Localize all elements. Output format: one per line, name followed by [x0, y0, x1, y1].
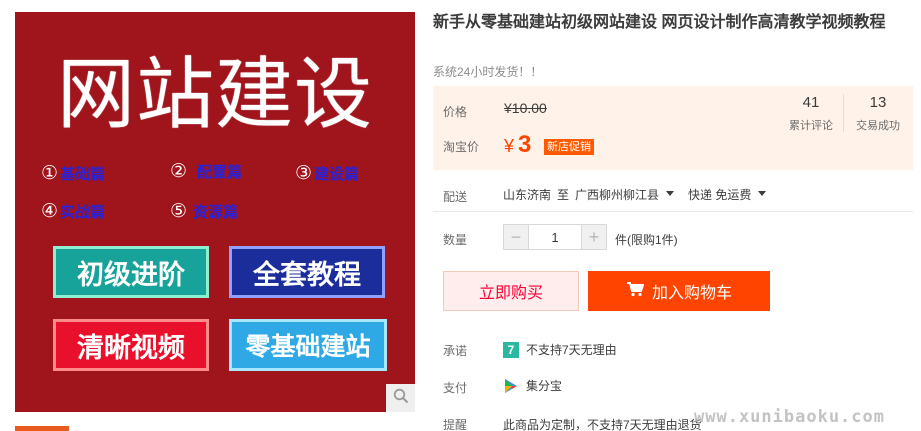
caret-down-icon[interactable]: [758, 191, 767, 196]
add-to-cart-button[interactable]: 加入购物车: [588, 271, 770, 311]
promise-label: 承诺: [443, 344, 468, 358]
thumbnail-selected[interactable]: [15, 426, 69, 431]
stat-trades[interactable]: 13 交易成功: [848, 94, 908, 133]
cart-icon: [626, 281, 652, 302]
quantity-label: 数量: [443, 233, 468, 247]
original-price: ¥10.00: [504, 100, 547, 116]
promo-tag: 新店促销: [544, 139, 594, 155]
add-to-cart-label: 加入购物车: [651, 285, 732, 302]
price-panel: 价格 ¥10.00 淘宝价 ¥3 新店促销 41 累计评论 13 交易成功: [433, 86, 913, 170]
product-title: 新手从零基础建站初级网站建设 网页设计制作高清教学视频教程: [433, 14, 886, 31]
quantity-stepper: − +: [503, 224, 607, 250]
promise-text: 不支持7天无理由: [526, 343, 617, 357]
product-image[interactable]: 网站建设 ① 基础篇 ② 配置篇 ③ 建设篇 ④ 实战篇 ⑤ 资源篇 初级进阶 全套教程 …: [15, 12, 415, 412]
purchase-limit: 件(限购1件): [615, 233, 678, 247]
image-chapter: ④ 实战篇: [41, 200, 106, 222]
zoom-button[interactable]: [386, 384, 415, 412]
image-title: 网站建设: [56, 50, 373, 140]
product-subtitle: 系统24小时发货！！: [433, 65, 543, 79]
ship-to-word: 至: [557, 188, 570, 202]
note-text: 此商品为定制，不支持7天无理由退货: [503, 418, 702, 431]
shipping-label: 配送: [443, 190, 468, 204]
price-label: 价格: [443, 105, 468, 119]
sale-price: ¥3: [504, 131, 532, 158]
shipping-row: 山东济南 至 广西柳州柳江县 快递 免运费: [503, 186, 780, 203]
payment-text: 集分宝: [526, 379, 563, 393]
watermark: www.xunibaoku.com: [694, 407, 885, 427]
seven-day-badge-icon: 7: [503, 341, 519, 358]
image-badge: 全套教程: [229, 246, 385, 298]
buy-now-button[interactable]: 立即购买: [443, 271, 579, 311]
image-chapter: ① 基础篇: [41, 162, 106, 184]
image-chapter: ② 配置篇: [170, 160, 243, 182]
stat-divider: [843, 94, 844, 132]
ship-destination[interactable]: 广西柳州柳江县: [575, 186, 659, 203]
decrease-button[interactable]: −: [503, 224, 529, 250]
zoom-icon: [393, 388, 409, 409]
promise-row: 7 不支持7天无理由: [503, 341, 617, 358]
ship-from: 山东济南: [503, 188, 552, 202]
quantity-input[interactable]: [529, 224, 581, 250]
note-label: 提醒: [443, 418, 468, 431]
image-chapter: ③ 建设篇: [295, 162, 360, 184]
image-badge: 初级进阶: [53, 246, 209, 298]
taobao-price-label: 淘宝价: [443, 140, 480, 154]
caret-down-icon[interactable]: [666, 191, 675, 196]
image-badge: 清晰视频: [53, 319, 209, 371]
stat-reviews[interactable]: 41 累计评论: [781, 94, 841, 133]
payment-row: 集分宝: [503, 377, 562, 394]
image-chapter: ⑤ 资源篇: [170, 200, 239, 222]
divider: [433, 211, 913, 212]
payment-label: 支付: [443, 381, 468, 395]
increase-button[interactable]: +: [581, 224, 607, 250]
points-icon: [503, 378, 519, 394]
ship-method[interactable]: 快递 免运费: [688, 186, 751, 203]
image-badge: 零基础建站: [229, 319, 387, 371]
note-row: 此商品为定制，不支持7天无理由退货: [503, 416, 702, 431]
